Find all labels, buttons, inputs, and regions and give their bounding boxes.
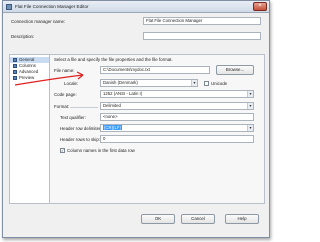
header-row-delimiter-value: {CR}{LF} (103, 125, 122, 130)
header-rows-to-skip-label: Header rows to skip: (60, 137, 101, 142)
code-page-label: Code page: (54, 92, 77, 97)
chevron-down-icon: ▾ (247, 125, 253, 131)
locale-select[interactable]: Danish (Denmark) ▾ (100, 79, 198, 87)
header-row-delimiter-label: Header row delimiter: (60, 126, 102, 131)
connection-name-label: Connection manager name: (11, 19, 66, 24)
format-value: Delimited (103, 103, 121, 108)
dialog-window: Flat File Connection Manager Editor × Co… (2, 0, 270, 238)
unicode-checkbox[interactable] (204, 81, 209, 86)
chevron-down-icon: ▾ (191, 80, 197, 86)
ok-button[interactable]: OK (141, 214, 175, 224)
close-button[interactable]: × (253, 2, 267, 11)
divider (70, 107, 98, 108)
file-name-input[interactable]: C:\Documents\mydoc.txt (100, 66, 210, 74)
instruction-text: Select a file and specify the file prope… (54, 57, 173, 62)
connection-name-input[interactable]: Flat File Connection Manager (143, 17, 261, 25)
format-select[interactable]: Delimited ▾ (100, 102, 254, 110)
nav-item-label: General (19, 57, 35, 62)
title-bar: Flat File Connection Manager Editor × (3, 1, 269, 13)
description-input[interactable] (143, 32, 261, 40)
format-label: Format: (54, 104, 70, 109)
text-qualifier-label: Text qualifier: (60, 115, 86, 120)
cancel-button[interactable]: Cancel (181, 214, 215, 224)
window-title: Flat File Connection Manager Editor (15, 4, 89, 9)
annotation-arrow-icon (14, 71, 84, 86)
browse-button[interactable]: Browse... (216, 65, 254, 75)
app-icon (6, 4, 12, 10)
chevron-down-icon: ▾ (247, 103, 253, 109)
text-qualifier-input[interactable]: <none> (100, 113, 254, 121)
general-icon (13, 58, 17, 62)
code-page-value: 1252 (ANSI - Latin I) (103, 91, 143, 96)
unicode-label: Unicode (211, 81, 228, 86)
code-page-select[interactable]: 1252 (ANSI - Latin I) ▾ (100, 90, 254, 98)
help-button[interactable]: Help (225, 214, 259, 224)
header-rows-to-skip-stepper[interactable]: 0 (100, 135, 254, 143)
chevron-down-icon: ▾ (247, 91, 253, 97)
locale-value: Danish (Denmark) (103, 80, 138, 85)
description-label: Description: (11, 34, 35, 39)
column-names-label: Column names in the first data row (67, 148, 135, 153)
column-names-checkbox[interactable]: ✓ (60, 148, 65, 153)
header-row-delimiter-select[interactable]: {CR}{LF} ▾ (100, 124, 254, 132)
